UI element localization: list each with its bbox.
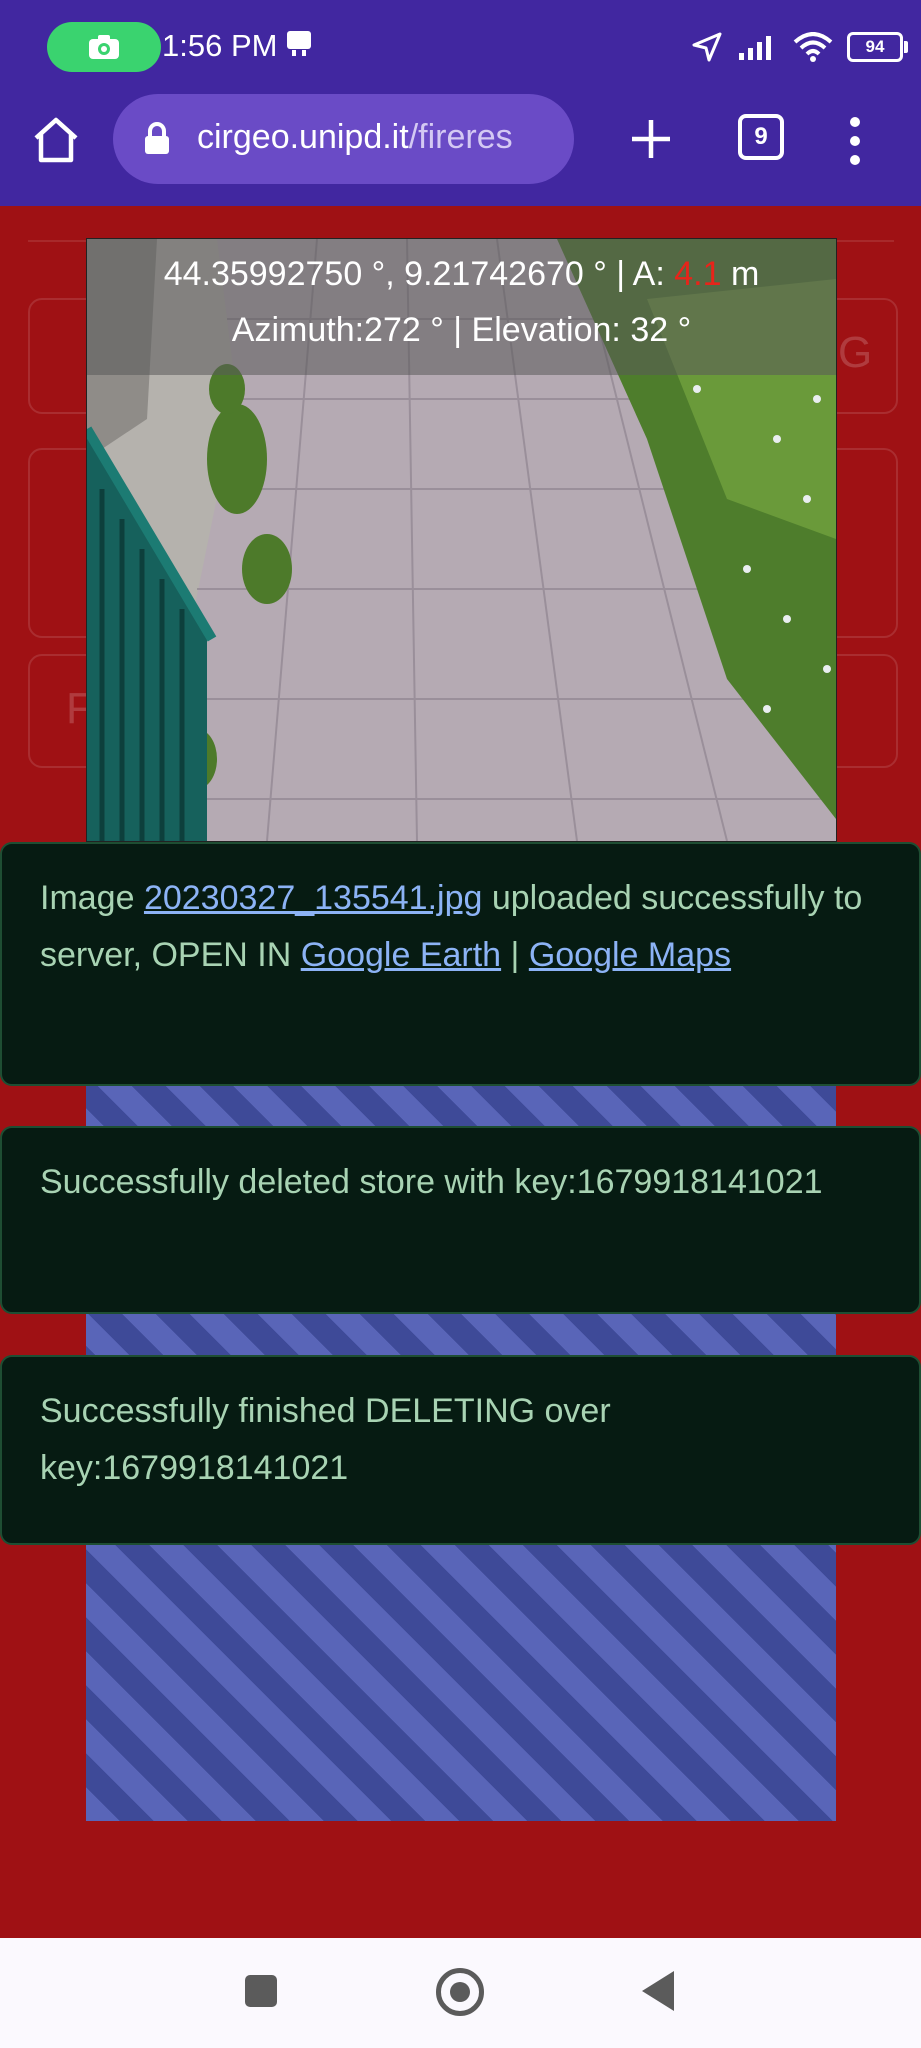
battery-icon: 94 (847, 32, 908, 62)
home-icon[interactable] (30, 114, 82, 166)
system-nav-bar (0, 1938, 921, 2048)
address-bar[interactable]: cirgeo.unipd.it/fireres (113, 94, 574, 184)
ticket-icon (287, 31, 311, 56)
plus-icon[interactable] (626, 114, 676, 164)
battery-level: 94 (865, 37, 885, 56)
orientation-line: Azimuth:272 ° | Elevation: 32 ° (231, 311, 692, 349)
more-vert-icon[interactable] (840, 114, 870, 168)
browser-toolbar: cirgeo.unipd.it/fireres 9 (0, 94, 921, 206)
location-arrow-icon (692, 32, 722, 62)
url-path: /fireres (408, 118, 513, 156)
toast-text: Image (40, 879, 144, 917)
home-nav-icon[interactable] (436, 1968, 484, 2016)
status-bar: 1:56 PM 94 (0, 0, 921, 94)
toast-delete-store: Successfully deleted store with key:1679… (0, 1126, 921, 1314)
accuracy-unit: m (721, 255, 760, 293)
toast-finished-deleting: Successfully finished DELETING over key:… (0, 1355, 921, 1545)
wifi-icon (793, 32, 833, 62)
toast-text: Successfully deleted store with key:1679… (40, 1163, 823, 1201)
google-earth-link[interactable]: Google Earth (301, 936, 501, 974)
coordinates-line: 44.35992750 °, 9.21742670 ° | A: 4.1 m (87, 255, 836, 294)
camera-icon (89, 35, 119, 59)
clock: 1:56 PM (162, 28, 278, 63)
toast-separator: | (501, 936, 520, 974)
file-link[interactable]: 20230327_135541.jpg (144, 879, 482, 917)
screen-record-indicator[interactable] (47, 22, 161, 72)
url-domain: cirgeo.unipd.it (197, 118, 409, 156)
url-text[interactable]: cirgeo.unipd.it/fireres (197, 118, 513, 157)
tabs-icon[interactable]: 9 (738, 114, 784, 160)
photo-info-overlay: 44.35992750 °, 9.21742670 ° | A: 4.1 m A… (87, 239, 836, 375)
coordinates-text: 44.35992750 °, 9.21742670 ° | A: (163, 255, 675, 293)
signal-icon (739, 36, 771, 60)
back-icon[interactable] (642, 1971, 674, 2011)
photo-preview: 44.35992750 °, 9.21742670 ° | A: 4.1 m A… (86, 238, 837, 842)
toast-upload-success: Image 20230327_135541.jpg uploaded succe… (0, 842, 921, 1086)
status-icons: 94 (691, 26, 908, 68)
toast-text: Successfully finished DELETING over key:… (40, 1392, 611, 1487)
accuracy-value: 4.1 (674, 255, 722, 293)
recents-icon[interactable] (245, 1975, 277, 2007)
tab-count: 9 (754, 123, 768, 150)
background-letter: G (838, 328, 873, 377)
google-maps-link[interactable]: Google Maps (529, 936, 731, 974)
lock-icon[interactable] (143, 122, 171, 156)
